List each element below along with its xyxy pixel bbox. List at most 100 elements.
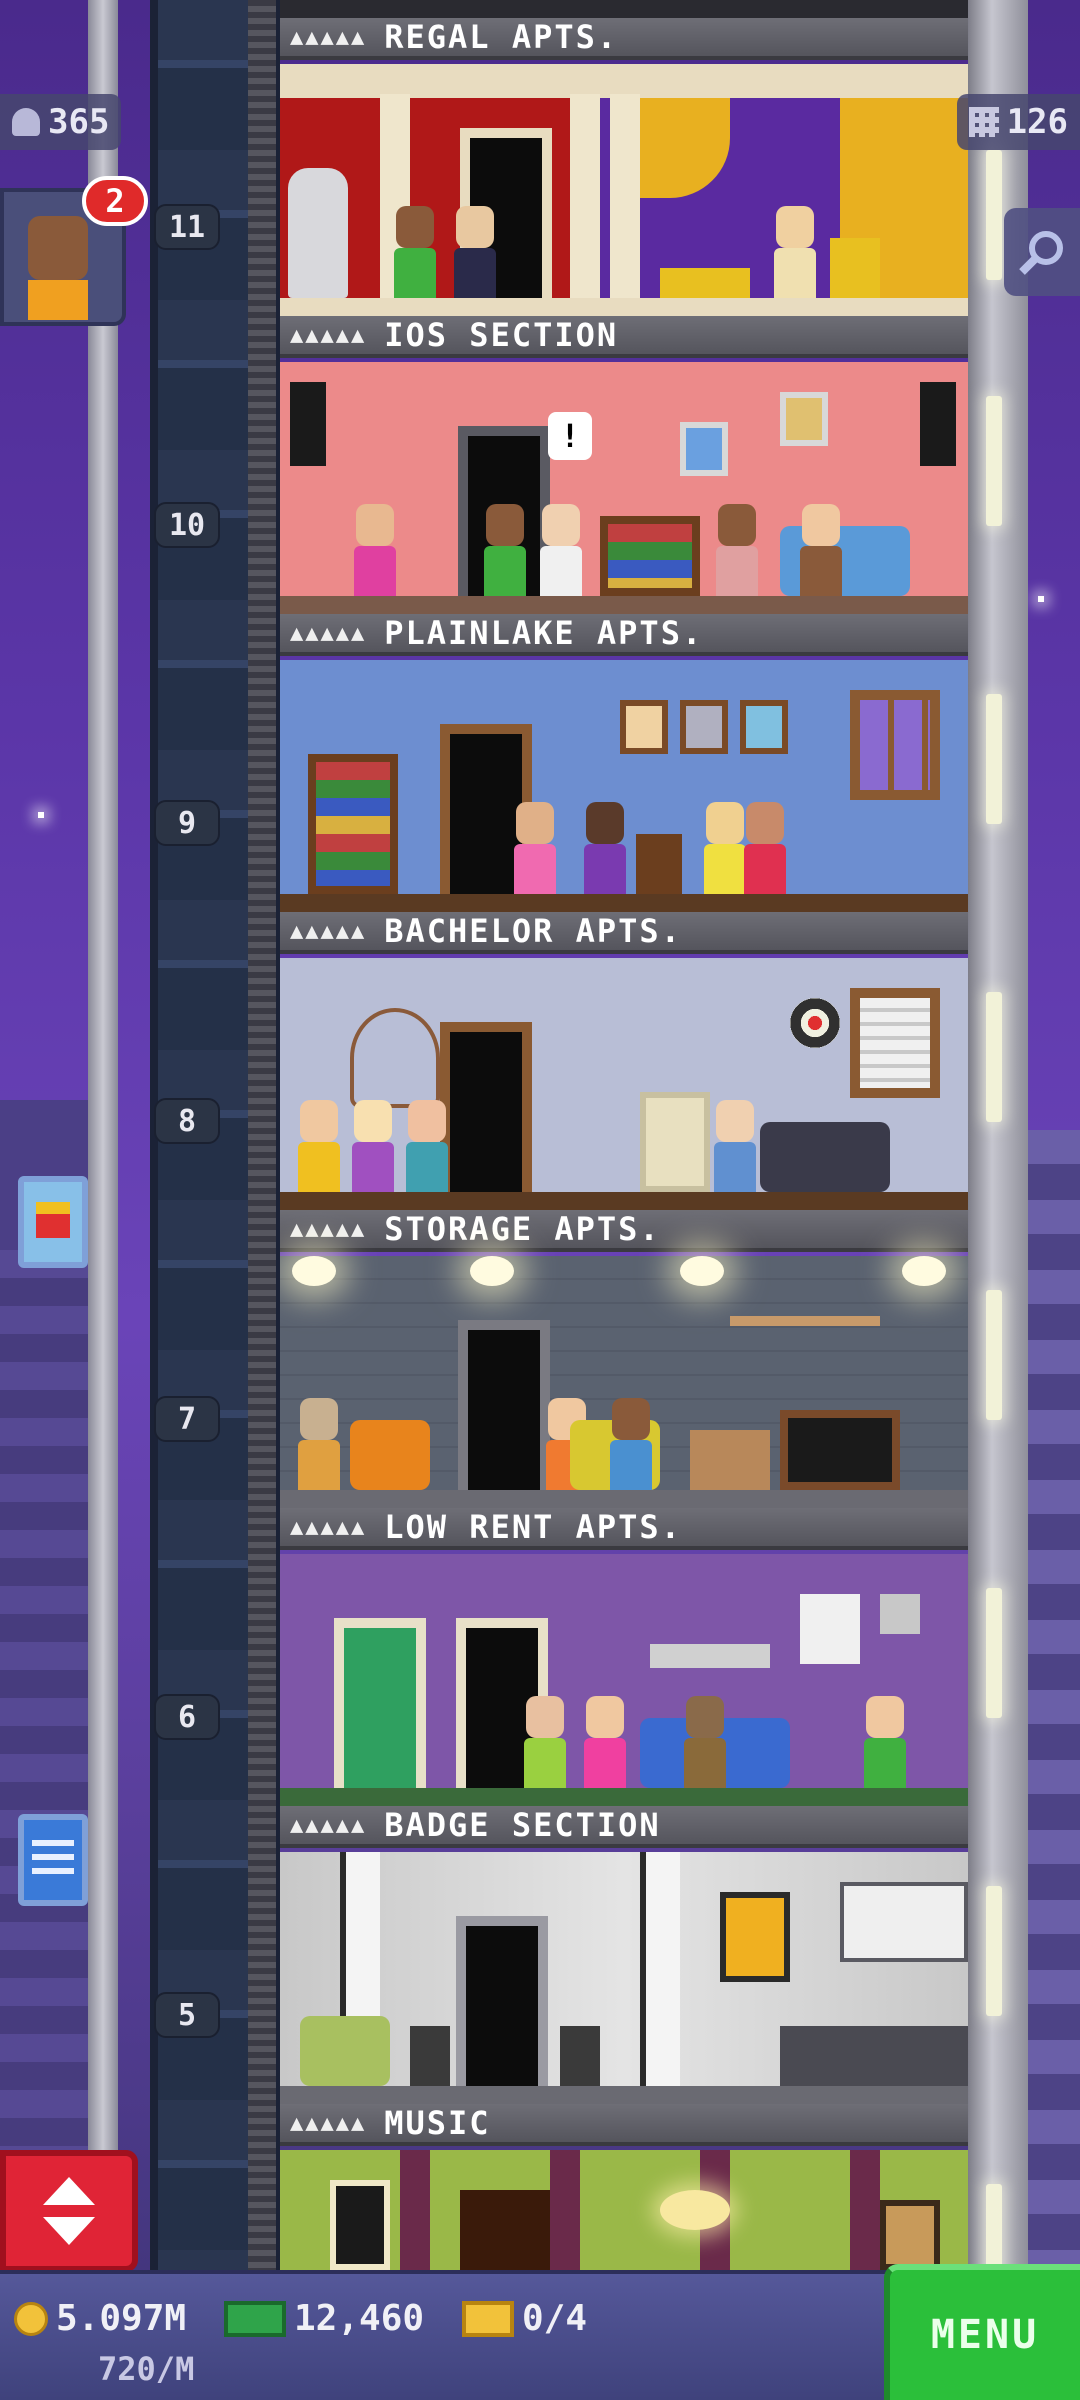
column	[280, 64, 968, 98]
floor-stars: ▲▲▲▲▲	[290, 1812, 367, 1838]
visitor-avatar-icon	[28, 216, 88, 280]
room-floor	[280, 298, 968, 316]
wall-shelf	[730, 1316, 880, 1326]
floor-number: 7	[154, 1396, 220, 1442]
record-shelf	[600, 516, 700, 596]
floor-stars: ▲▲▲▲▲	[290, 1216, 367, 1242]
ceiling-lamp	[292, 1256, 336, 1286]
tower-light	[986, 1290, 1002, 1420]
resident[interactable]	[350, 504, 400, 596]
shaft-rail	[248, 0, 276, 2270]
resident[interactable]	[510, 802, 560, 894]
tv	[780, 1410, 900, 1490]
notification-badge: 2	[82, 176, 148, 226]
resident[interactable]	[390, 206, 440, 298]
bux-display[interactable]: 12,460	[224, 2298, 424, 2339]
room-interior: !	[280, 362, 968, 614]
floor-top-edge	[280, 0, 968, 18]
floor-stars: ▲▲▲▲▲	[290, 1514, 367, 1540]
floor-label-bar: ▲▲▲▲▲ BADGE SECTION	[280, 1806, 968, 1848]
notice-thumbnail[interactable]	[18, 1814, 88, 1906]
speaker	[290, 382, 326, 466]
column	[570, 94, 600, 298]
tower-left-frame	[88, 0, 118, 2270]
floor-storage-apts[interactable]: ▲▲▲▲▲ STORAGE APTS.	[280, 1210, 968, 1508]
potted-plant	[560, 2026, 600, 2086]
statue	[288, 168, 348, 298]
sky-star	[38, 812, 44, 818]
floor-name: STORAGE APTS.	[384, 1210, 661, 1248]
floor-stars: ▲▲▲▲▲	[290, 620, 367, 646]
door[interactable]	[440, 1022, 532, 1192]
population-counter[interactable]: 365	[0, 94, 122, 150]
coins-display[interactable]: 5.097M	[14, 2298, 186, 2339]
bookshelf	[308, 754, 398, 894]
ceiling-lamp	[902, 1256, 946, 1286]
plant	[350, 1008, 440, 1108]
floor-regal-apts[interactable]: ▲▲▲▲▲ REGAL APTS.	[280, 18, 968, 316]
elevator-button[interactable]	[0, 2150, 138, 2272]
resident[interactable]	[480, 504, 530, 596]
tower-light	[986, 1886, 1002, 2016]
floor-stars: ▲▲▲▲▲	[290, 322, 367, 348]
floor-low-rent-apts[interactable]: ▲▲▲▲▲ LOW RENT APTS.	[280, 1508, 968, 1806]
resident[interactable]	[402, 1100, 452, 1192]
search-button[interactable]	[1004, 208, 1080, 296]
resident[interactable]	[860, 1696, 910, 1788]
resident[interactable]	[294, 1100, 344, 1192]
door[interactable]	[456, 1916, 548, 2086]
chaise	[660, 268, 750, 298]
resident[interactable]	[712, 504, 762, 596]
resident[interactable]	[536, 504, 586, 596]
resident[interactable]	[770, 206, 820, 298]
resident[interactable]	[294, 1398, 344, 1490]
resident[interactable]	[348, 1100, 398, 1192]
ceiling-lamp	[680, 1256, 724, 1286]
building-grid-icon	[968, 107, 999, 137]
coins-rate: 720/M	[98, 2350, 195, 2388]
floor-number: 11	[154, 204, 220, 250]
floor-ios-section[interactable]: ▲▲▲▲▲ IOS SECTION !	[280, 316, 968, 614]
speech-bubble: !	[548, 412, 592, 460]
resident[interactable]	[580, 802, 630, 894]
floor-bachelor-apts[interactable]: ▲▲▲▲▲ BACHELOR APTS.	[280, 912, 968, 1210]
floor-label-bar: ▲▲▲▲▲ PLAINLAKE APTS.	[280, 614, 968, 656]
wall-picture	[620, 700, 668, 754]
potted-plant	[410, 2026, 450, 2086]
menu-button[interactable]: MENU	[884, 2264, 1080, 2400]
floor-stars: ▲▲▲▲▲	[290, 2110, 367, 2136]
resident[interactable]	[710, 1100, 760, 1192]
portrait	[880, 2200, 940, 2270]
resident[interactable]	[520, 1696, 570, 1788]
floor-plainlake-apts[interactable]: ▲▲▲▲▲ PLAINLAKE APTS.	[280, 614, 968, 912]
window	[850, 988, 940, 1098]
door[interactable]	[458, 1320, 550, 1490]
floor-counter[interactable]: 126	[956, 94, 1080, 150]
tower: 11 10 9 8 7 6 5 ▲▲▲▲▲ REGAL APTS. ▲▲▲▲▲ …	[88, 0, 1028, 2314]
wall-picture	[680, 700, 728, 754]
resident[interactable]	[580, 1696, 630, 1788]
tickets-display[interactable]: 0/4	[462, 2298, 587, 2339]
document-icon	[32, 1840, 74, 1846]
food-shop-thumbnail[interactable]	[18, 1176, 88, 1268]
column	[610, 94, 640, 298]
resident[interactable]	[740, 802, 790, 894]
resident[interactable]	[450, 206, 500, 298]
poster	[800, 1594, 860, 1664]
bux-value: 12,460	[294, 2298, 425, 2339]
vent	[650, 1644, 770, 1668]
stage	[460, 2190, 550, 2270]
floor-label-bar: ▲▲▲▲▲ LOW RENT APTS.	[280, 1508, 968, 1550]
floor-music[interactable]: ▲▲▲▲▲ MUSIC	[280, 2104, 968, 2270]
dartboard	[790, 998, 840, 1048]
resident[interactable]	[606, 1398, 656, 1490]
floor-label-bar: ▲▲▲▲▲ IOS SECTION	[280, 316, 968, 358]
door[interactable]	[334, 1618, 426, 1788]
floor-stars: ▲▲▲▲▲	[290, 24, 367, 50]
resident[interactable]	[796, 504, 846, 596]
side-table	[636, 834, 682, 894]
room-interior	[280, 64, 968, 316]
floor-name: BADGE SECTION	[384, 1806, 661, 1844]
resident[interactable]	[680, 1696, 730, 1788]
floor-badge-section[interactable]: ▲▲▲▲▲ BADGE SECTION	[280, 1806, 968, 2104]
